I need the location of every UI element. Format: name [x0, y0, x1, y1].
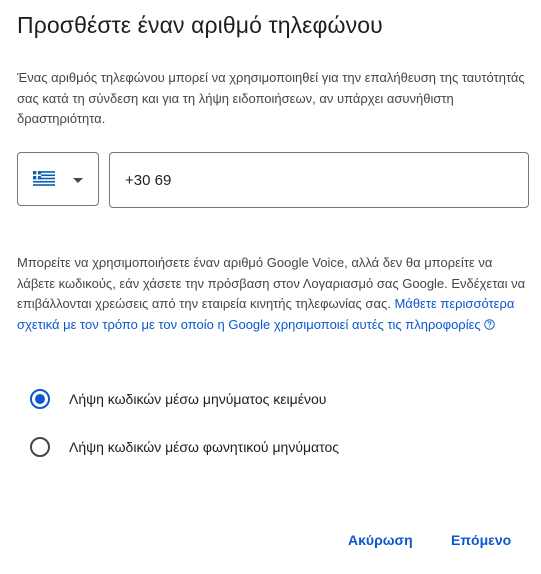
cancel-button[interactable]: Ακύρωση	[348, 526, 413, 554]
option-label-text-message: Λήψη κωδικών μέσω μηνύματος κειμένου	[69, 391, 327, 407]
next-button[interactable]: Επόμενο	[451, 526, 511, 554]
help-circle-icon[interactable]	[483, 318, 495, 330]
greece-flag-icon	[33, 171, 55, 186]
country-code-select[interactable]	[17, 152, 99, 206]
option-text-message[interactable]: Λήψη κωδικών μέσω μηνύματος κειμένου	[30, 389, 326, 409]
option-voice-message[interactable]: Λήψη κωδικών μέσω φωνητικού μηνύματος	[30, 437, 339, 457]
option-label-voice-message: Λήψη κωδικών μέσω φωνητικού μηνύματος	[69, 439, 340, 455]
google-voice-notice: Μπορείτε να χρησιμοποιήσετε έναν αριθμό …	[17, 253, 529, 335]
dialog-description: Ένας αριθμός τηλεφώνου μπορεί να χρησιμο…	[17, 70, 525, 126]
phone-number-input[interactable]	[109, 152, 529, 208]
radio-text-message[interactable]	[30, 389, 50, 409]
caret-down-icon	[73, 178, 83, 183]
dialog-title: Προσθέστε έναν αριθμό τηλεφώνου	[17, 12, 383, 38]
radio-voice-message[interactable]	[30, 437, 50, 457]
